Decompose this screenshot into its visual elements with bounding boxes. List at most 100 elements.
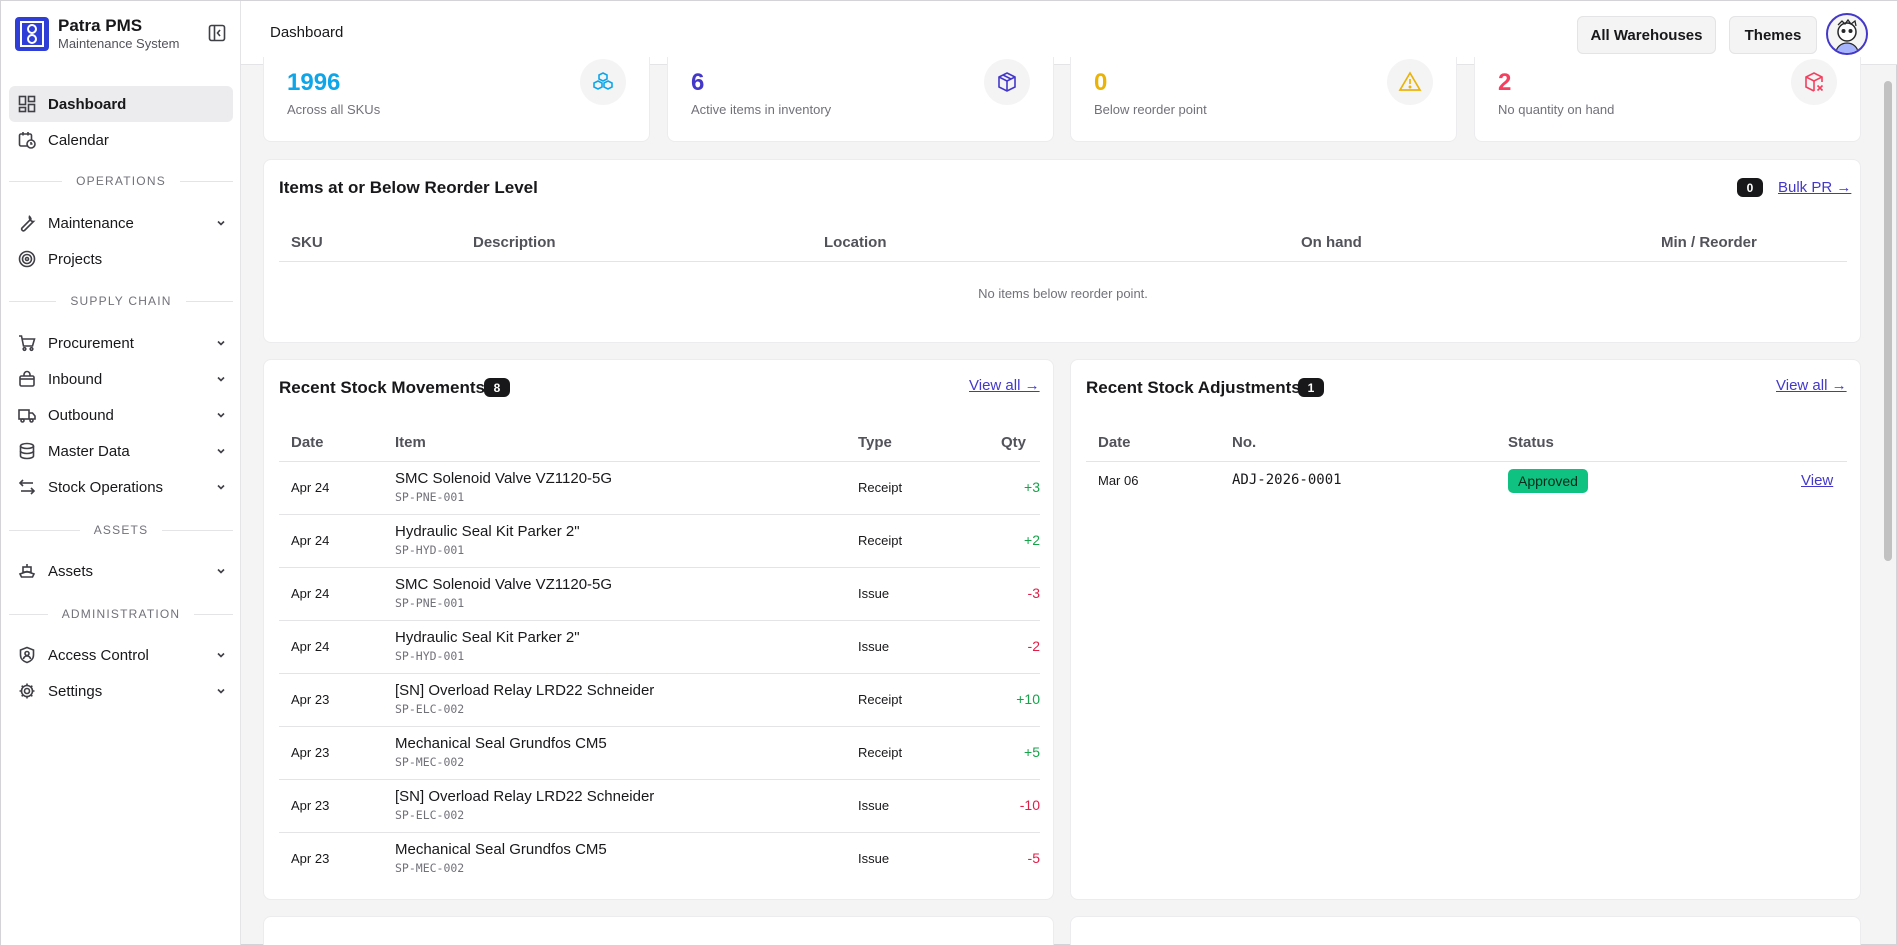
- empty-state-text: No items below reorder point.: [978, 286, 1148, 301]
- column-header-description[interactable]: Description: [473, 234, 556, 251]
- stat-value: 2: [1498, 69, 1512, 96]
- reorder-title: Items at or Below Reorder Level: [279, 178, 538, 197]
- stat-label: Across all SKUs: [287, 102, 381, 117]
- sidebar-item-master-data[interactable]: Master Data: [9, 433, 233, 469]
- chevron-down-icon: [215, 216, 227, 233]
- row-date: Mar 06: [1098, 473, 1139, 488]
- row-type: Issue: [858, 586, 890, 601]
- divider: [279, 779, 1040, 780]
- sidebar-item-access-control[interactable]: Access Control: [9, 637, 233, 673]
- chevron-down-icon: [215, 444, 227, 461]
- row-type: Receipt: [858, 480, 903, 495]
- column-header-no[interactable]: No.: [1232, 434, 1256, 451]
- chevron-down-icon: [215, 684, 227, 701]
- column-header-item[interactable]: Item: [395, 434, 426, 451]
- gear-icon: [17, 681, 37, 701]
- shopping-cart-icon: [17, 333, 37, 353]
- stat-card-below-reorder: 0 Below reorder point: [1070, 57, 1457, 142]
- column-header-on-hand[interactable]: On hand: [1301, 234, 1362, 251]
- row-qty: -2: [1027, 638, 1040, 654]
- divider: [279, 261, 1847, 262]
- movements-title: Recent Stock Movements: [279, 378, 485, 397]
- adjustments-count-badge: 1: [1298, 378, 1324, 397]
- sidebar-item-assets[interactable]: Assets: [9, 553, 233, 589]
- divider: [279, 461, 1040, 462]
- recent-stock-movements-card: Recent Stock Movements 8 View all → Date…: [263, 359, 1054, 900]
- avatar[interactable]: [1826, 13, 1868, 55]
- sidebar-item-inbound[interactable]: Inbound: [9, 361, 233, 397]
- column-header-date[interactable]: Date: [1098, 434, 1131, 451]
- row-qty: +3: [1024, 479, 1040, 495]
- row-sku: SP-HYD-001: [395, 543, 465, 557]
- sidebar-item-maintenance[interactable]: Maintenance: [9, 205, 233, 241]
- row-type: Issue: [858, 639, 890, 654]
- sidebar-collapse-icon[interactable]: [207, 23, 227, 43]
- sidebar-item-label: Master Data: [48, 442, 130, 460]
- sidebar-item-dashboard[interactable]: Dashboard: [9, 86, 233, 122]
- divider: [279, 567, 1040, 568]
- ship-icon: [17, 561, 37, 581]
- adjustments-view-all-link[interactable]: View all →: [1776, 377, 1847, 394]
- row-date: Apr 23: [291, 798, 330, 813]
- column-header-type[interactable]: Type: [858, 434, 892, 451]
- sidebar-item-label: Inbound: [48, 370, 103, 388]
- divider: [279, 620, 1040, 621]
- row-sku: SP-ELC-002: [395, 808, 465, 822]
- calendar-clock-icon: [17, 130, 37, 150]
- sidebar-item-stock-operations[interactable]: Stock Operations: [9, 469, 233, 505]
- brand[interactable]: Patra PMS Maintenance System: [1, 1, 240, 67]
- column-header-sku[interactable]: SKU: [291, 234, 323, 251]
- sidebar-item-label: Calendar: [48, 131, 109, 149]
- warehouse-selector-button[interactable]: All Warehouses: [1577, 16, 1716, 54]
- sidebar-item-label: Maintenance: [48, 214, 134, 232]
- reorder-count-badge: 0: [1737, 178, 1763, 197]
- column-header-location[interactable]: Location: [824, 234, 887, 251]
- themes-button[interactable]: Themes: [1729, 16, 1817, 54]
- sidebar-item-label: Settings: [48, 682, 103, 700]
- package-icon: [984, 59, 1030, 105]
- page-scrollbar[interactable]: [1884, 81, 1892, 561]
- row-item-name: Hydraulic Seal Kit Parker 2": [395, 523, 580, 540]
- chevron-down-icon: [215, 564, 227, 581]
- row-sku: SP-HYD-001: [395, 649, 465, 663]
- section-operations: OPERATIONS: [9, 174, 234, 188]
- stat-value: 0: [1094, 69, 1108, 96]
- app-title: Patra PMS: [58, 16, 143, 35]
- sidebar-item-procurement[interactable]: Procurement: [9, 325, 233, 361]
- view-adjustment-link[interactable]: View: [1801, 472, 1833, 489]
- section-assets: ASSETS: [9, 523, 233, 537]
- column-header-date[interactable]: Date: [291, 434, 324, 451]
- row-qty: +2: [1024, 532, 1040, 548]
- lower-card-left: [263, 916, 1054, 945]
- chevron-down-icon: [215, 372, 227, 389]
- column-header-qty[interactable]: Qty: [1001, 434, 1026, 451]
- bulk-pr-link[interactable]: Bulk PR →: [1778, 179, 1851, 196]
- recent-stock-adjustments-card: Recent Stock Adjustments 1 View all → Da…: [1070, 359, 1861, 900]
- row-qty: +5: [1024, 744, 1040, 760]
- database-icon: [17, 441, 37, 461]
- row-type: Receipt: [858, 692, 903, 707]
- divider: [279, 514, 1040, 515]
- stat-value: 1996: [287, 69, 341, 96]
- row-item-name: [SN] Overload Relay LRD22 Schneider: [395, 682, 655, 699]
- row-type: Issue: [858, 798, 890, 813]
- movements-view-all-link[interactable]: View all →: [969, 377, 1040, 394]
- sidebar-item-outbound[interactable]: Outbound: [9, 397, 233, 433]
- adjustments-title: Recent Stock Adjustments: [1086, 378, 1301, 397]
- divider: [1086, 461, 1847, 462]
- target-icon: [17, 249, 37, 269]
- column-header-min-reorder[interactable]: Min / Reorder: [1661, 234, 1757, 251]
- sidebar-item-calendar[interactable]: Calendar: [9, 122, 233, 158]
- sidebar-item-label: Assets: [48, 562, 94, 580]
- row-item-name: [SN] Overload Relay LRD22 Schneider: [395, 788, 655, 805]
- sidebar-item-label: Projects: [48, 250, 103, 268]
- divider: [279, 673, 1040, 674]
- page-title: Dashboard: [270, 24, 344, 41]
- row-qty: -10: [1019, 797, 1040, 813]
- column-header-status[interactable]: Status: [1508, 434, 1554, 451]
- row-item-name: SMC Solenoid Valve VZ1120-5G: [395, 470, 613, 487]
- sidebar-item-settings[interactable]: Settings: [9, 673, 233, 709]
- sidebar-item-projects[interactable]: Projects: [9, 241, 233, 277]
- app-subtitle: Maintenance System: [58, 36, 180, 51]
- chevron-down-icon: [215, 480, 227, 497]
